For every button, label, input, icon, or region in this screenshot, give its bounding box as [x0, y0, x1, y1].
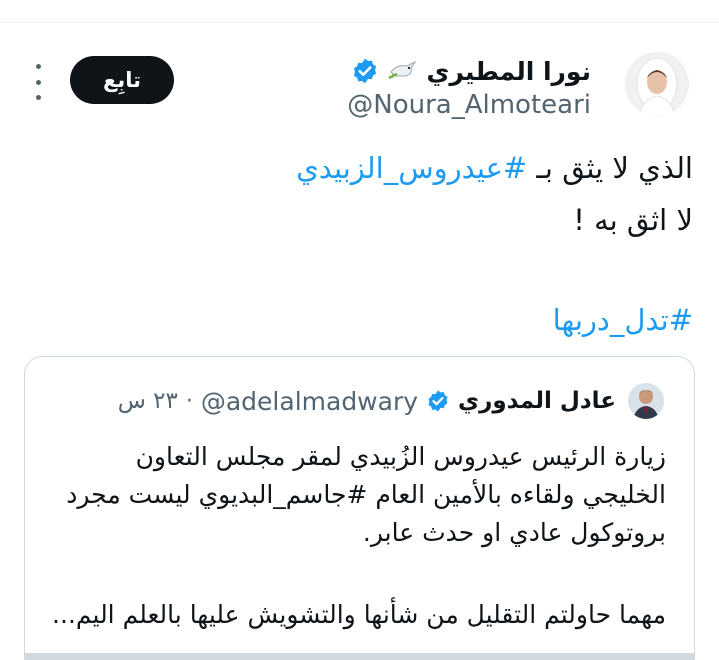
more-dot	[35, 95, 41, 100]
quoted-text-line: بروتوكول عادي او حدث عابر.	[362, 518, 666, 547]
author-avatar[interactable]	[625, 52, 689, 116]
quoted-tweet-time[interactable]: ٢٣ س	[118, 388, 178, 414]
quoted-author-avatar[interactable]	[628, 383, 664, 419]
quoted-text-line: زيارة الرئيس عيدروس الزُبيدي لمقر مجلس ا…	[135, 442, 666, 471]
more-dot	[35, 79, 41, 85]
quoted-media-preview[interactable]	[25, 653, 694, 660]
author-name-row: نورا المطيري	[351, 54, 591, 88]
quoted-author-handle[interactable]: @adelalmadwary	[201, 387, 418, 416]
tweet-text-line-2: لا اثق به !	[573, 203, 693, 237]
dove-with-olive-branch-icon	[388, 60, 416, 79]
separator-dot: ·	[185, 388, 193, 414]
tweet-text-line-3: #تدل_دربها	[33, 298, 693, 342]
more-vertical-icon[interactable]	[30, 64, 46, 100]
author-display-name[interactable]: نورا المطيري	[427, 57, 591, 86]
more-dot	[35, 64, 41, 69]
top-divider	[0, 22, 719, 23]
verified-badge-icon	[353, 58, 376, 84]
quoted-author-name[interactable]: عادل المدوري	[458, 388, 616, 414]
verified-badge-icon	[428, 390, 448, 412]
quoted-tweet-header: عادل المدوري @adelalmadwary · ٢٣ س	[118, 381, 616, 421]
quoted-text-line: الخليجي ولقاءه بالأمين العام #جاسم_البدي…	[66, 480, 666, 509]
quoted-tweet-card[interactable]: عادل المدوري @adelalmadwary · ٢٣ س زيارة…	[24, 356, 695, 660]
hashtag-link[interactable]: #عيدروس_الزبيدي	[296, 151, 527, 185]
follow-button[interactable]: تابِع	[70, 56, 174, 104]
tweet-text-line-1: الذي لا يثق بـ #عيدروس_الزبيدي	[33, 146, 693, 190]
hashtag-link[interactable]: #تدل_دربها	[553, 303, 693, 337]
quoted-text-line: مهما حاولتم التقليل من شأنها والتشويش عل…	[52, 600, 666, 629]
tweet-text-segment: الذي لا يثق بـ	[527, 151, 693, 185]
author-handle[interactable]: @Noura_Almoteari	[347, 90, 591, 120]
